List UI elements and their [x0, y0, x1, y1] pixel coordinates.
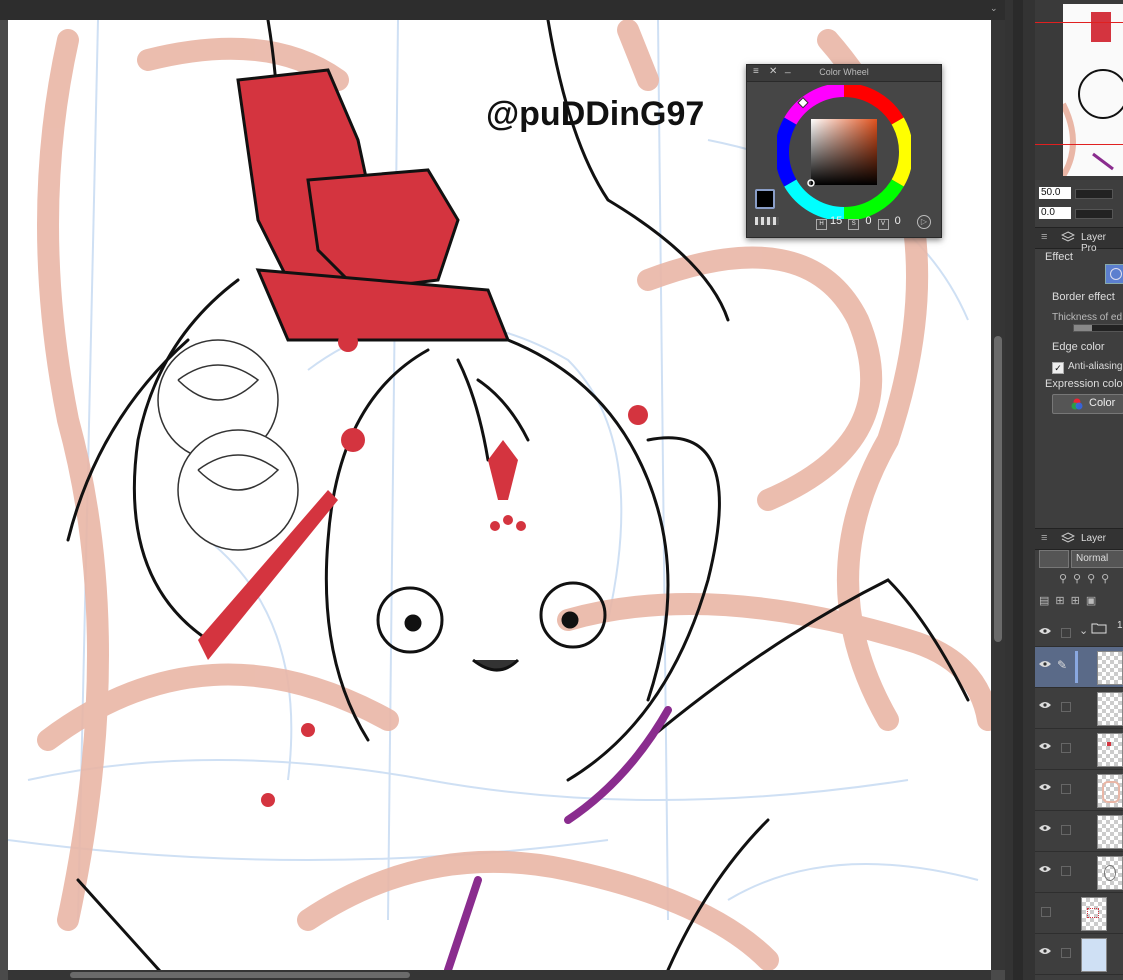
lock-toggle[interactable] [1061, 743, 1071, 753]
layer-row[interactable] [1035, 852, 1123, 893]
expression-color-label: Expression colo [1045, 378, 1123, 390]
layer-row[interactable] [1035, 811, 1123, 852]
vertical-scroll-thumb[interactable] [994, 336, 1002, 642]
anti-aliasing-label: Anti-aliasing [1068, 361, 1123, 372]
panel-menu-icon[interactable]: ≡ [1041, 532, 1047, 544]
color-wheel-titlebar[interactable]: ≡ ✕ _ Color Wheel [747, 63, 941, 82]
layers-icon [1061, 532, 1075, 543]
eye-icon[interactable] [1039, 865, 1051, 873]
hsv-readout: H 15 S 0 V 0 [813, 215, 901, 230]
thickness-slider[interactable] [1073, 324, 1123, 332]
anti-aliasing-checkbox[interactable]: ✓ [1052, 362, 1064, 374]
circle-icon [1110, 268, 1122, 280]
layer-thumbnail [1097, 733, 1123, 767]
layer-thumbnail [1081, 897, 1107, 931]
lock-toggle[interactable] [1061, 702, 1071, 712]
navigator-viewport-top [1035, 22, 1123, 23]
lock-toggle[interactable] [1061, 948, 1071, 958]
color-wheel-title: Color Wheel [819, 67, 869, 77]
zoom-value[interactable]: 50.0 [1039, 187, 1071, 199]
layer-row[interactable] [1035, 893, 1123, 934]
lock-toggle[interactable] [1041, 907, 1051, 917]
layer-thumbnail [1097, 651, 1123, 685]
eye-icon[interactable] [1039, 742, 1051, 750]
navigator-viewport-bottom [1035, 144, 1123, 145]
anti-aliasing-row[interactable]: ✓ Anti-aliasing [1052, 361, 1122, 374]
horizontal-scrollbar[interactable] [8, 970, 991, 980]
lock-toggle[interactable] [1061, 866, 1071, 876]
layer-thumbnail [1097, 815, 1123, 849]
zoom-slider-row: 50.0 [1035, 185, 1123, 203]
layer-tab[interactable]: Layer [1081, 533, 1106, 544]
thickness-label: Thickness of ed [1052, 312, 1123, 323]
border-effect-label: Border effect [1052, 291, 1115, 303]
blend-mode-dropdown[interactable]: Normal [1071, 550, 1123, 568]
chevron-down-icon[interactable]: ⌄ [990, 3, 998, 14]
layer-thumbnail [1097, 692, 1123, 726]
lock-toggle[interactable] [1061, 825, 1071, 835]
color-button-label: Color [1089, 397, 1116, 409]
horizontal-scroll-thumb[interactable] [70, 972, 410, 978]
hue-icon: H [816, 219, 827, 230]
layer-tool-icons[interactable]: ⚲⚲⚲⚲ [1059, 572, 1123, 586]
rgb-circles-icon [1071, 398, 1083, 410]
panel-gap [1005, 0, 1035, 980]
zoom-slider[interactable] [1075, 189, 1113, 199]
navigator-preview[interactable] [1063, 4, 1123, 176]
layer-folder-row[interactable]: ⌄ 1 [1035, 614, 1123, 647]
saturation-icon: S [848, 219, 860, 230]
canvas-area: ⌄ @puDDinG97 ≡ ✕ _ Color Wheel H 15 S 0 … [0, 0, 1005, 980]
layer-action-icons[interactable]: ▤⊞⊞▣ [1039, 594, 1123, 610]
layer-thumbnail [1081, 938, 1107, 972]
color-button[interactable]: Color [1052, 394, 1123, 414]
eye-icon[interactable] [1039, 660, 1051, 668]
eye-icon[interactable] [1039, 701, 1051, 709]
layer-row[interactable] [1035, 729, 1123, 770]
vertical-scrollbar[interactable] [991, 20, 1005, 970]
layer-thumbnail [1097, 856, 1123, 890]
layer-property-header[interactable]: ≡ Layer Pro [1035, 227, 1123, 254]
lock-toggle[interactable] [1061, 784, 1071, 794]
color-wheel-panel: ≡ ✕ _ Color Wheel H 15 S 0 V 0 ▷ [746, 63, 942, 238]
right-panel-column: 50.0 0.0 ≡ Layer Pro Effect Border effec… [1035, 0, 1123, 980]
pen-icon: ✎ [1057, 658, 1068, 672]
edge-color-label: Edge color [1052, 341, 1105, 353]
eye-icon[interactable] [1039, 824, 1051, 832]
play-icon[interactable]: ▷ [917, 215, 931, 229]
folder-name: 1 [1117, 620, 1123, 631]
saturation-value: 0 [865, 215, 872, 227]
eye-icon[interactable] [1039, 783, 1051, 791]
canvas-top-strip: ⌄ [0, 0, 1005, 20]
selection-marker [1075, 651, 1078, 683]
main-color-swatch[interactable] [755, 189, 775, 209]
transparent-color-swatch[interactable] [755, 217, 779, 225]
brightness-value: 0 [894, 215, 901, 227]
layer-property-tab[interactable]: Layer Pro [1081, 232, 1123, 254]
hue-ring[interactable] [777, 85, 911, 219]
rotate-slider-row: 0.0 [1035, 205, 1123, 223]
folder-icon [1091, 622, 1107, 634]
chevron-down-icon[interactable]: ⌄ [1079, 624, 1088, 637]
eye-icon[interactable] [1039, 627, 1051, 635]
layer-row[interactable] [1035, 770, 1123, 811]
layer-row-selected[interactable]: ✎ [1035, 647, 1123, 688]
layer-color-dropdown[interactable] [1039, 550, 1069, 568]
rotate-slider[interactable] [1075, 209, 1113, 219]
border-effect-toggle[interactable] [1105, 264, 1123, 284]
layer-property-icon [1061, 231, 1075, 242]
layer-panel-header[interactable]: ≡ Layer [1035, 528, 1123, 550]
navigator-panel [1035, 0, 1123, 180]
layer-thumbnail [1097, 774, 1123, 808]
effect-label: Effect [1045, 251, 1073, 263]
brightness-icon: V [877, 219, 889, 230]
watermark-text: @puDDinG97 [486, 95, 704, 133]
hue-value: 15 [830, 215, 843, 227]
layer-row[interactable] [1035, 934, 1123, 975]
panel-menu-icon[interactable]: ≡ [1041, 231, 1047, 243]
rotate-value[interactable]: 0.0 [1039, 207, 1071, 219]
eye-icon[interactable] [1039, 947, 1051, 955]
lock-toggle[interactable] [1061, 628, 1071, 638]
panel-splitter[interactable] [1013, 0, 1023, 980]
layer-row[interactable] [1035, 688, 1123, 729]
